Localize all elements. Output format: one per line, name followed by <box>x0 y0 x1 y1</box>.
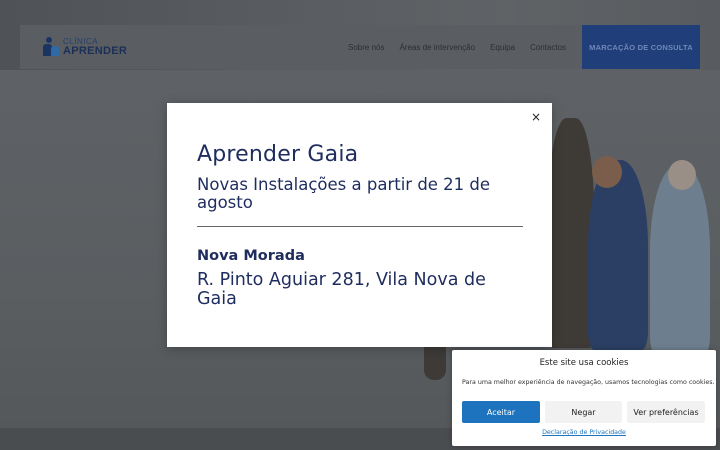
logo-brand-text: APRENDER <box>63 44 128 57</box>
hero-person <box>650 165 710 355</box>
cookie-banner: Este site usa cookies Para uma melhor ex… <box>452 350 716 446</box>
nav-item-areas-intervencao[interactable]: Áreas de intervenção <box>399 43 475 52</box>
close-icon[interactable]: × <box>528 109 544 125</box>
logo-text: CLÍNICA APRENDER <box>63 37 128 57</box>
accept-cookies-button[interactable]: Aceitar <box>462 401 540 423</box>
privacy-statement-link[interactable]: Declaração de Privacidade <box>452 429 716 436</box>
nav-item-equipa[interactable]: Equipa <box>490 43 515 52</box>
nav-item-sobre-nos[interactable]: Sobre nós <box>348 43 384 52</box>
modal-divider <box>197 226 523 227</box>
book-appointment-button[interactable]: MARCAÇÃO DE CONSULTA <box>582 25 700 69</box>
hero-person <box>668 160 696 190</box>
site-header: CLÍNICA APRENDER Sobre nós Áreas de inte… <box>20 25 700 69</box>
site-logo[interactable]: CLÍNICA APRENDER <box>43 37 127 57</box>
modal-section-label: Nova Morada <box>197 248 305 264</box>
cookie-banner-title: Este site usa cookies <box>539 358 629 368</box>
modal-title: Aprender Gaia <box>197 142 359 167</box>
deny-cookies-button[interactable]: Negar <box>545 401 622 423</box>
announcement-modal: × Aprender Gaia Novas Instalações a part… <box>167 103 552 347</box>
hero-person <box>588 160 648 350</box>
hero-person <box>592 156 622 188</box>
main-nav: Sobre nós Áreas de intervenção Equipa Co… <box>348 25 581 69</box>
clinic-logo-icon <box>43 37 59 57</box>
modal-address: R. Pinto Aguiar 281, Vila Nova de Gaia <box>197 270 486 309</box>
cookie-preferences-button[interactable]: Ver preferências <box>627 401 705 423</box>
modal-subtitle: Novas Instalações a partir de 21 de agos… <box>197 175 491 212</box>
cookie-banner-text: Para uma melhor experiência de navegação… <box>462 379 715 386</box>
nav-item-contactos[interactable]: Contactos <box>530 43 566 52</box>
